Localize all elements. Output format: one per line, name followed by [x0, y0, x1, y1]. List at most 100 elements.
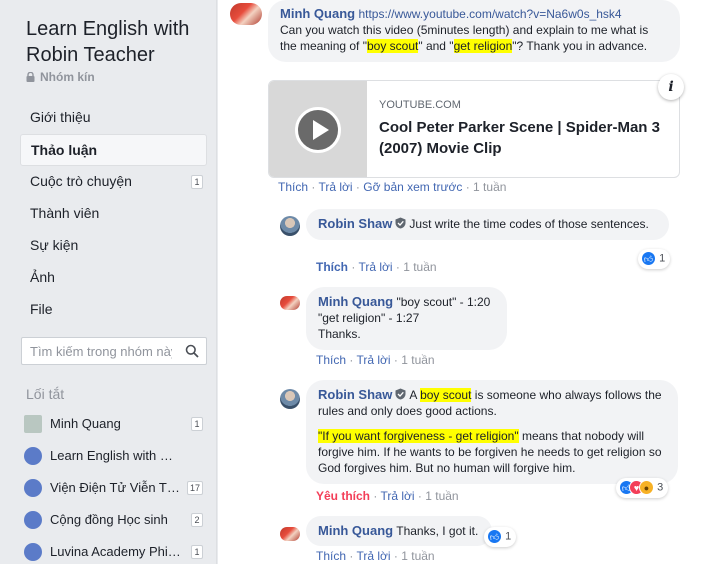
shortcut-item[interactable]: Cộng đồng Học sinh 2 — [20, 504, 207, 536]
shortcut-label: Luvina Academy Phitrada — [50, 544, 182, 559]
like-button[interactable]: Thích — [316, 260, 348, 274]
reply-actions: Thích · Trả lời · 1 tuần — [316, 353, 435, 367]
avatar[interactable] — [230, 3, 262, 25]
group-icon — [24, 543, 42, 561]
info-icon[interactable]: i — [658, 74, 684, 100]
reply-bubble: Robin Shaw Just write the time codes of t… — [306, 209, 669, 240]
shortcut-label: Learn English with Robin Teacher — [50, 448, 182, 463]
nav-files[interactable]: File — [20, 294, 207, 326]
shortcut-item[interactable]: Luvina Academy Phitrada 1 — [20, 536, 207, 564]
like-reaction-icon: 👍︎ — [487, 529, 502, 544]
reply-bubble: Minh Quang "boy scout" - 1:20 "get relig… — [306, 287, 507, 350]
group-nav: Giới thiệu Thảo luận Cuộc trò chuyện 1 Th… — [20, 102, 207, 326]
comment-actions: Thích · Trả lời · Gỡ bản xem trước · 1 t… — [278, 180, 507, 194]
link-domain: YOUTUBE.COM — [379, 99, 461, 111]
comment-bubble: Minh Quang https://www.youtube.com/watch… — [268, 0, 680, 62]
like-button[interactable]: Thích — [316, 549, 346, 563]
reply-actions: Thích · Trả lời · 1 tuần — [316, 549, 435, 563]
group-name[interactable]: Learn English with Robin Teacher — [26, 16, 211, 68]
reply-text: "If you want forgiveness - get religion"… — [318, 429, 662, 475]
profile-photo-icon — [24, 415, 42, 433]
timestamp[interactable]: 1 tuần — [401, 549, 434, 563]
search-icon[interactable] — [185, 344, 199, 358]
link-preview-card[interactable]: YOUTUBE.COM Cool Peter Parker Scene | Sp… — [268, 80, 680, 178]
comment-thread: Minh Quang https://www.youtube.com/watch… — [218, 0, 720, 564]
group-icon — [24, 511, 42, 529]
link-title[interactable]: Cool Peter Parker Scene | Spider-Man 3 (… — [379, 117, 674, 159]
shortcut-badge: 17 — [186, 481, 203, 495]
play-icon[interactable] — [295, 107, 341, 153]
reply-actions: Thích · Trả lời · 1 tuần — [316, 260, 437, 274]
group-search — [21, 337, 207, 365]
nav-events[interactable]: Sự kiện — [20, 230, 207, 262]
reply-button[interactable]: Trả lời — [380, 489, 414, 503]
reaction-summary[interactable]: 👍︎ 1 — [484, 527, 517, 547]
nav-events-label: Sự kiện — [30, 237, 79, 253]
nav-discussion-label: Thảo luận — [31, 142, 98, 158]
shortcuts-title: Lối tắt — [26, 386, 65, 402]
shortcut-item[interactable]: Learn English with Robin Teacher — [20, 440, 207, 472]
shortcut-badge: 1 — [191, 545, 203, 559]
comment-author[interactable]: Minh Quang — [280, 6, 355, 21]
timestamp[interactable]: 1 tuần — [403, 260, 436, 274]
group-privacy-label: Nhóm kín — [40, 70, 95, 84]
avatar[interactable] — [280, 296, 300, 310]
nav-members-label: Thành viên — [30, 205, 100, 221]
highlight: get religion — [453, 39, 513, 53]
highlight: boy scout — [420, 388, 472, 402]
reply-bubble: Robin Shaw A boy scout is someone who alw… — [306, 380, 678, 484]
like-button[interactable]: Thích — [278, 180, 308, 194]
shortcut-badge: 2 — [191, 513, 203, 527]
shortcut-item[interactable]: Viện Điện Tử Viễn Thông 17 — [20, 472, 207, 504]
reply-text: "boy scout" - 1:20 — [396, 295, 491, 309]
timestamp[interactable]: 1 tuần — [425, 489, 458, 503]
nav-chats[interactable]: Cuộc trò chuyện 1 — [20, 166, 207, 198]
nav-members[interactable]: Thành viên — [20, 198, 207, 230]
remove-preview-button[interactable]: Gỡ bản xem trước — [363, 180, 462, 194]
group-icon — [24, 447, 42, 465]
shortcut-badge: 1 — [191, 417, 203, 431]
shortcuts-list: Minh Quang 1 Learn English with Robin Tea… — [20, 408, 207, 564]
admin-badge-icon — [395, 217, 406, 229]
reply-author[interactable]: Minh Quang — [318, 523, 393, 538]
video-thumbnail[interactable] — [269, 81, 367, 177]
reply-button[interactable]: Trả lời — [318, 180, 352, 194]
like-reaction-icon: 👍︎ — [641, 251, 656, 266]
reply-author[interactable]: Robin Shaw — [318, 216, 392, 231]
nav-discussion[interactable]: Thảo luận — [20, 134, 207, 166]
highlight: "If you want forgiveness - get religion" — [318, 429, 519, 443]
avatar[interactable] — [280, 216, 300, 236]
nav-about-label: Giới thiệu — [30, 109, 91, 125]
left-sidebar: Learn English with Robin Teacher Nhóm kí… — [0, 0, 217, 564]
highlight: boy scout — [366, 39, 419, 53]
reply-button[interactable]: Trả lời — [358, 260, 392, 274]
shortcut-item[interactable]: Minh Quang 1 — [20, 408, 207, 440]
comment-text: Can you watch this video (5minutes lengt… — [280, 23, 649, 53]
reply-button[interactable]: Trả lời — [356, 353, 390, 367]
nav-about[interactable]: Giới thiệu — [20, 102, 207, 134]
wow-reaction-icon: ● — [639, 480, 654, 495]
reply-button[interactable]: Trả lời — [356, 549, 390, 563]
reply-text: Thanks. — [318, 327, 361, 341]
timestamp[interactable]: 1 tuần — [473, 180, 506, 194]
reply-author[interactable]: Robin Shaw — [318, 387, 392, 402]
like-button[interactable]: Thích — [316, 353, 346, 367]
shortcut-label: Viện Điện Tử Viễn Thông — [50, 480, 182, 495]
reaction-summary[interactable]: 👍︎ 1 — [638, 249, 671, 269]
avatar[interactable] — [280, 389, 300, 409]
reaction-count: 3 — [657, 481, 664, 494]
group-privacy: Nhóm kín — [26, 70, 95, 84]
video-link[interactable]: https://www.youtube.com/watch?v=Na6w0s_h… — [358, 7, 621, 21]
reaction-summary[interactable]: 👍︎ ♥ ● 3 — [616, 478, 669, 498]
love-button[interactable]: Yêu thích — [316, 489, 370, 503]
reply-author[interactable]: Minh Quang — [318, 294, 393, 309]
nav-files-label: File — [30, 301, 53, 317]
nav-photos-label: Ảnh — [30, 269, 55, 285]
lock-icon — [26, 72, 35, 82]
nav-photos[interactable]: Ảnh — [20, 262, 207, 294]
group-search-input[interactable] — [22, 338, 172, 364]
reply-bubble: Minh Quang Thanks, I got it. — [306, 516, 492, 546]
avatar[interactable] — [280, 527, 300, 541]
timestamp[interactable]: 1 tuần — [401, 353, 434, 367]
shortcut-label: Cộng đồng Học sinh — [50, 512, 168, 527]
